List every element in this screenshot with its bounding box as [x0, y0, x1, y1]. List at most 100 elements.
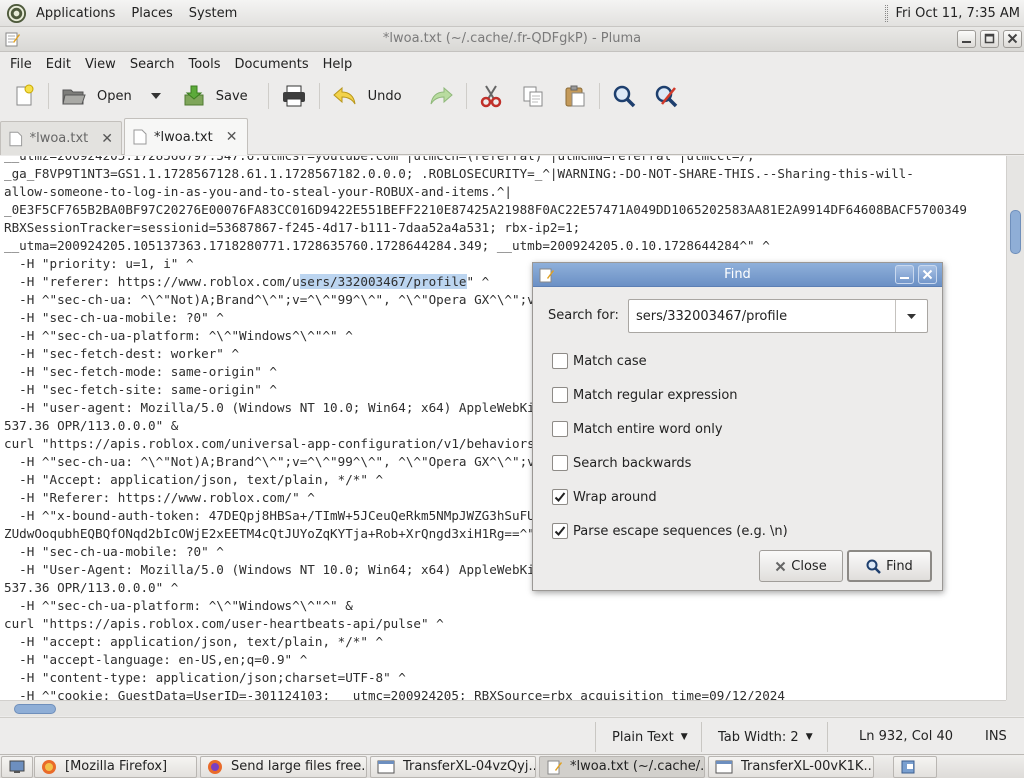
match-case-checkbox[interactable] — [552, 353, 568, 369]
firefox-icon — [42, 759, 56, 774]
find-dialog-titlebar[interactable]: Find — [533, 263, 942, 287]
taskbar-item-text-editor[interactable]: *lwoa.txt (~/.cache/.... — [539, 755, 705, 778]
workspace-switcher[interactable] — [893, 755, 937, 778]
undo-button[interactable]: Undo — [328, 79, 406, 113]
editor-line: -H "accept: application/json, text/plain… — [4, 634, 384, 649]
editor-line: __utmz=200924205.1728566797.347.6.utmcsr… — [4, 156, 755, 163]
applications-menu[interactable]: Applications — [0, 0, 125, 26]
match-case-option[interactable]: Match case — [552, 353, 647, 369]
match-regex-checkbox[interactable] — [552, 387, 568, 403]
menu-documents[interactable]: Documents — [228, 53, 316, 77]
print-button[interactable] — [277, 79, 311, 113]
taskbar-item-firefox-1[interactable]: [Mozilla Firefox] — [34, 755, 197, 778]
editor-line: -H "priority: u=1, i" ^ — [4, 256, 194, 271]
match-entire-word-checkbox[interactable] — [552, 421, 568, 437]
close-button-label: Close — [791, 558, 827, 574]
taskbar-item-label: *lwoa.txt (~/.cache/.... — [570, 759, 705, 774]
search-backwards-checkbox[interactable] — [552, 455, 568, 471]
system-menu[interactable]: System — [183, 0, 247, 26]
tab-width-selector[interactable]: Tab Width: 2 ▼ — [701, 722, 826, 752]
taskbar-item-label: [Mozilla Firefox] — [65, 759, 168, 774]
panel-grip-icon — [884, 5, 888, 22]
workspace-icon — [901, 760, 915, 773]
maximize-button[interactable] — [980, 30, 999, 48]
language-selector[interactable]: Plain Text ▼ — [595, 722, 700, 752]
menu-tools[interactable]: Tools — [181, 53, 227, 77]
taskbar-item-folder-1[interactable]: TransferXL-04vzQyj... — [370, 755, 536, 778]
find-dialog-close-button[interactable] — [918, 265, 937, 284]
menu-view[interactable]: View — [78, 53, 123, 77]
cut-button[interactable] — [475, 79, 507, 113]
clock[interactable]: Fri Oct 11, 7:35 AM — [884, 0, 1020, 27]
undo-icon — [332, 86, 356, 105]
minimize-button[interactable] — [957, 30, 976, 48]
open-recent-dropdown[interactable] — [146, 79, 166, 113]
editor-line-text: -H "referer: https://www.roblox.com/u — [4, 274, 300, 289]
close-tab-icon[interactable]: ✕ — [226, 129, 238, 145]
chevron-down-icon — [150, 93, 161, 99]
maximize-icon — [984, 33, 995, 44]
new-button[interactable] — [8, 79, 40, 113]
document-icon — [9, 131, 23, 146]
save-button[interactable]: Save — [178, 79, 252, 113]
tab-document-2[interactable]: *lwoa.txt ✕ — [124, 118, 248, 155]
find-button[interactable]: Find — [847, 550, 932, 582]
close-icon — [776, 561, 786, 571]
distro-logo-icon — [6, 3, 27, 23]
horizontal-scrollbar[interactable] — [0, 700, 1006, 716]
search-icon — [613, 85, 635, 108]
search-history-dropdown[interactable] — [895, 300, 927, 332]
find-dialog-title: Find — [724, 267, 751, 282]
statusbar-divider — [827, 722, 828, 752]
match-regex-option[interactable]: Match regular expression — [552, 387, 738, 403]
menubar: File Edit View Search Tools Documents He… — [0, 53, 1024, 77]
parse-escape-checkbox[interactable] — [552, 523, 568, 539]
wrap-around-checkbox[interactable] — [552, 489, 568, 505]
search-backwards-option[interactable]: Search backwards — [552, 455, 691, 471]
option-label: Search backwards — [573, 455, 692, 471]
tab-document-1[interactable]: *lwoa.txt ✕ — [0, 121, 122, 155]
taskbar-item-folder-2[interactable]: TransferXL-00vK1K... — [708, 755, 874, 778]
show-desktop-button[interactable] — [1, 755, 33, 778]
checkmark-icon — [554, 526, 566, 536]
editor-line: _0E3F5CF765B2BA0BF97C20276E00076FA83CC01… — [4, 202, 967, 217]
editor-line: -H "Referer: https://www.roblox.com/" ^ — [4, 490, 315, 505]
horizontal-scroll-thumb[interactable] — [14, 704, 56, 714]
window-titlebar[interactable]: *lwoa.txt (~/.cache/.fr-QDFgkP) - Pluma — [0, 27, 1024, 52]
find-dialog: Find Search for: Match case Match regula… — [532, 262, 943, 591]
search-replace-button[interactable] — [650, 79, 682, 113]
search-button[interactable] — [608, 79, 640, 113]
places-menu[interactable]: Places — [125, 0, 182, 26]
wrap-around-option[interactable]: Wrap around — [552, 489, 657, 505]
top-panel: Applications Places System Fri Oct 11, 7… — [0, 0, 1024, 27]
menu-search[interactable]: Search — [123, 53, 182, 77]
open-button[interactable]: Open — [57, 79, 136, 113]
vertical-scrollbar[interactable] — [1006, 156, 1024, 700]
printer-icon — [282, 85, 305, 107]
redo-icon — [430, 86, 453, 105]
close-window-button[interactable] — [1003, 30, 1022, 48]
match-entire-word-option[interactable]: Match entire word only — [552, 421, 723, 437]
vertical-scroll-thumb[interactable] — [1010, 210, 1021, 254]
editor-line: allow-someone-to-log-in-as-you-and-to-st… — [4, 184, 512, 199]
redo-button[interactable] — [424, 79, 458, 113]
menu-edit[interactable]: Edit — [39, 53, 78, 77]
chevron-down-icon: ▼ — [680, 732, 688, 742]
close-tab-icon[interactable]: ✕ — [101, 131, 113, 147]
editor-line: -H "sec-ch-ua-mobile: ?0" ^ — [4, 310, 224, 325]
minimize-icon — [962, 41, 971, 43]
taskbar-item-firefox-2[interactable]: Send large files free... — [200, 755, 367, 778]
menu-help[interactable]: Help — [316, 53, 360, 77]
close-button[interactable]: Close — [759, 550, 843, 582]
search-input[interactable] — [629, 300, 895, 332]
find-button-label: Find — [886, 558, 913, 574]
parse-escape-option[interactable]: Parse escape sequences (e.g. \n) — [552, 523, 788, 539]
copy-button[interactable] — [517, 79, 549, 113]
option-label: Match entire word only — [573, 421, 723, 437]
menu-file[interactable]: File — [3, 53, 39, 77]
editor-line: -H "sec-fetch-site: same-origin" ^ — [4, 382, 277, 397]
paste-button[interactable] — [559, 79, 591, 113]
editor-line: -H "referer: https://www.roblox.com/user… — [4, 274, 489, 289]
find-dialog-minimize-button[interactable] — [895, 265, 914, 284]
scissors-icon — [480, 85, 501, 108]
